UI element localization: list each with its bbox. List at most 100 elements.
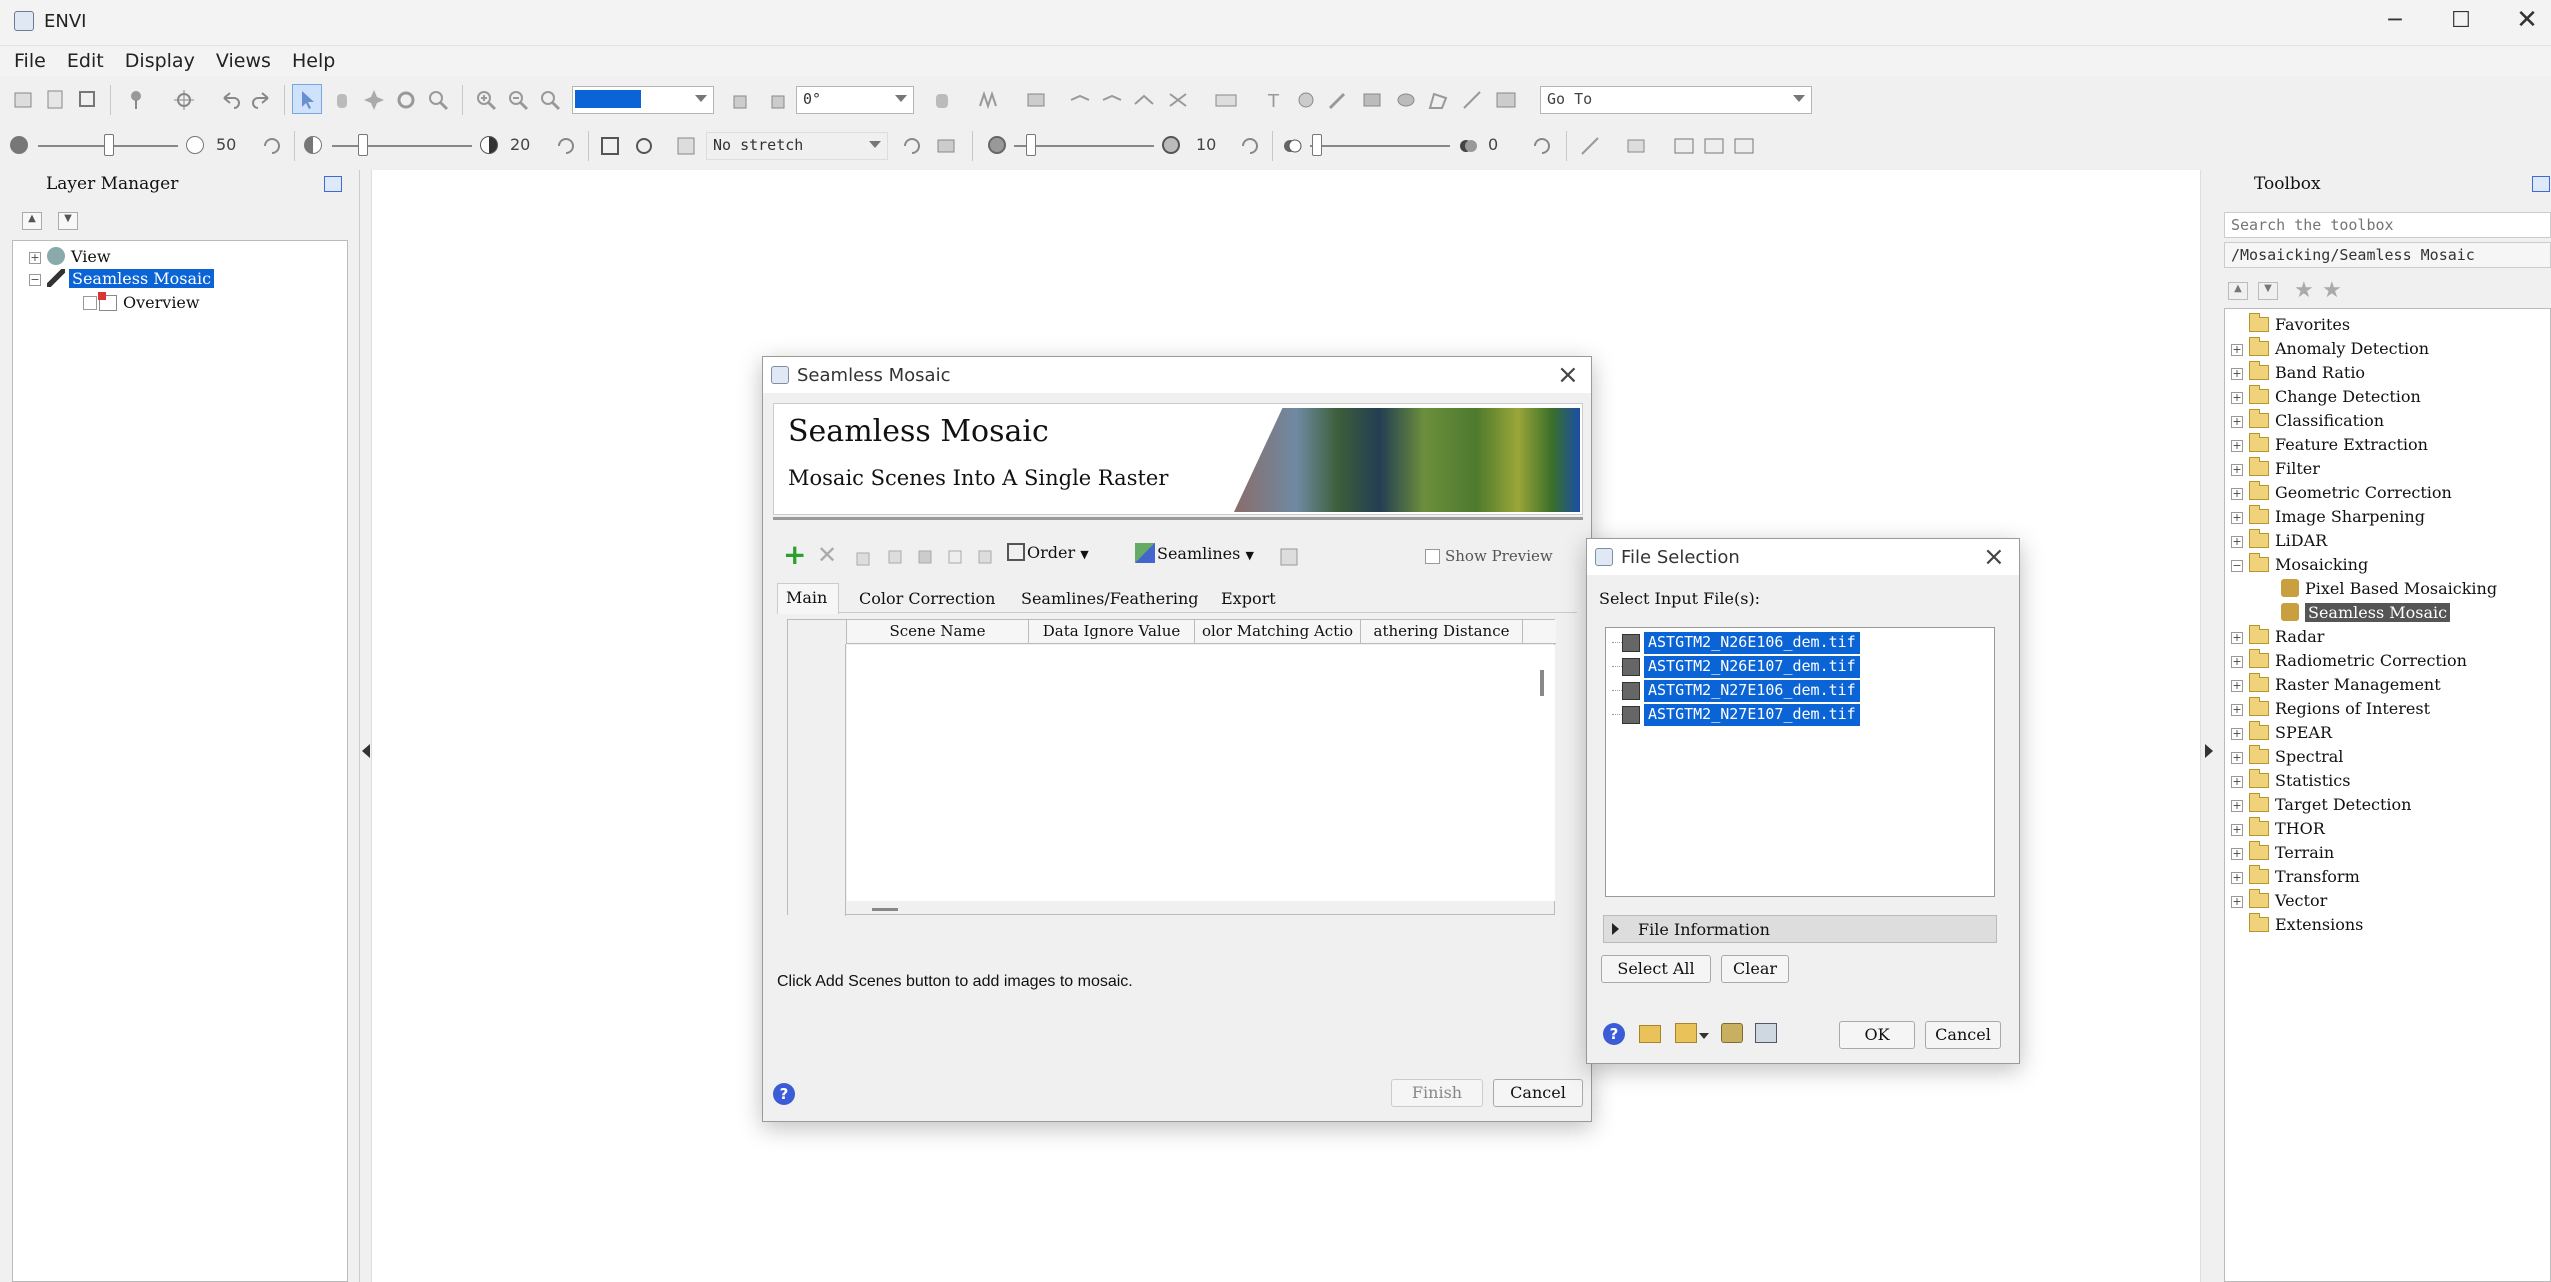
select-all-button[interactable]: Select All	[1601, 955, 1711, 983]
column-feathering-distance[interactable]: athering Distance	[1361, 620, 1523, 644]
transparency-slider[interactable]	[1310, 145, 1450, 147]
expand-icon[interactable]: +	[29, 252, 41, 264]
help-icon[interactable]: ?	[773, 1083, 795, 1105]
toolbox-item[interactable]: + Filter	[2231, 457, 2320, 478]
fly-icon[interactable]	[362, 88, 386, 112]
expand-icon[interactable]: +	[2231, 704, 2243, 716]
expand-icon[interactable]: +	[2231, 800, 2243, 812]
expand-all-button[interactable]: ▼	[2258, 282, 2278, 300]
move-down-icon[interactable]	[883, 545, 907, 569]
open-file-menu-icon[interactable]	[1675, 1023, 1697, 1043]
brightness-slider-thumb[interactable]	[104, 134, 114, 156]
contrast-slider[interactable]	[332, 145, 472, 147]
open-menu-arrow-icon[interactable]	[1699, 1033, 1709, 1039]
toolbox-search-input[interactable]	[2224, 212, 2551, 238]
minimize-button[interactable]: ─	[2380, 8, 2410, 38]
open-file-icon[interactable]	[12, 88, 36, 112]
expand-icon[interactable]: +	[2231, 824, 2243, 836]
cancel-button[interactable]: Cancel	[1493, 1079, 1583, 1107]
toolbox-item[interactable]: + Radiometric Correction	[2231, 649, 2467, 670]
symbol-annotation-icon[interactable]	[1294, 88, 1318, 112]
move-up-icon[interactable]	[853, 545, 877, 569]
text-annotation-icon[interactable]: T	[1262, 88, 1286, 112]
toolbox-item[interactable]: + LiDAR	[2231, 529, 2327, 550]
toolbox-item[interactable]: + Anomaly Detection	[2231, 337, 2429, 358]
stretch-combo[interactable]: No stretch	[706, 132, 888, 160]
expand-icon[interactable]: +	[2231, 752, 2243, 764]
tab-export[interactable]: Export	[1221, 589, 1276, 608]
swipe-icon[interactable]	[1100, 88, 1124, 112]
menu-display[interactable]: Display	[117, 46, 203, 72]
portal-icon[interactable]	[1068, 88, 1092, 112]
tab-seamlines-feathering[interactable]: Seamlines/Feathering	[1021, 589, 1199, 608]
zoom-combo[interactable]: Zoom %	[572, 86, 714, 114]
add-favorite-star-icon[interactable]: ★	[2322, 278, 2342, 303]
horizontal-scrollbar[interactable]	[872, 908, 898, 911]
menu-file[interactable]: File	[6, 46, 54, 72]
goto-combo[interactable]: Go To	[1540, 86, 1812, 114]
favorite-star-icon[interactable]: ★	[2294, 278, 2314, 303]
expand-icon[interactable]: +	[2231, 512, 2243, 524]
collapse-icon[interactable]: −	[2231, 560, 2243, 572]
data-manager-icon[interactable]	[44, 88, 68, 112]
reset-brightness-icon[interactable]	[260, 134, 284, 158]
redo-icon[interactable]	[250, 88, 274, 112]
picture-annotation-icon[interactable]	[1494, 88, 1518, 112]
expand-icon[interactable]: +	[2231, 848, 2243, 860]
cancel-button[interactable]: Cancel	[1925, 1021, 2001, 1049]
toolbox-item[interactable]: Pixel Based Mosaicking	[2281, 579, 2497, 598]
hand-tool-icon[interactable]	[930, 88, 954, 112]
ellipse-annotation-icon[interactable]	[1394, 88, 1418, 112]
expand-icon[interactable]: +	[2231, 488, 2243, 500]
toolbox-item[interactable]: + Transform	[2231, 865, 2360, 886]
expand-icon[interactable]: +	[2231, 536, 2243, 548]
collapse-left-arrow-icon[interactable]	[362, 744, 370, 758]
contrast-slider-thumb[interactable]	[358, 134, 368, 156]
file-list-item[interactable]: ASTGTM2_N26E107_dem.tif	[1644, 656, 1860, 678]
help-icon[interactable]: ?	[1603, 1023, 1625, 1045]
blend-icon[interactable]	[1166, 88, 1190, 112]
reset-contrast-icon[interactable]	[554, 134, 578, 158]
close-button[interactable]: ✕	[2512, 5, 2542, 35]
expand-all-button[interactable]: ▼	[58, 212, 78, 230]
reset-sharpen-icon[interactable]	[1238, 134, 1262, 158]
close-icon[interactable]: ×	[1983, 544, 2005, 570]
keyboard-icon[interactable]	[1214, 88, 1238, 112]
toolbox-item[interactable]: + Raster Management	[2231, 673, 2441, 694]
rotate-icon[interactable]	[394, 88, 418, 112]
remote-data-icon[interactable]	[1721, 1023, 1743, 1043]
toolbox-item[interactable]: Extensions	[2231, 913, 2363, 934]
expand-icon[interactable]: +	[2231, 656, 2243, 668]
toolbox-item[interactable]: + Radar	[2231, 625, 2324, 646]
toolbox-item[interactable]: − Mosaicking	[2231, 553, 2368, 574]
expand-icon[interactable]: +	[2231, 392, 2243, 404]
polygon-annotation-icon[interactable]	[1426, 88, 1450, 112]
menu-edit[interactable]: Edit	[59, 46, 112, 72]
arrow-annotation-icon[interactable]	[1326, 88, 1350, 112]
collapse-all-button[interactable]: ▲	[2228, 282, 2248, 300]
zoom-tool-icon[interactable]	[426, 88, 450, 112]
layout-2-icon[interactable]	[1702, 134, 1726, 158]
crop-icon[interactable]	[76, 88, 100, 112]
file-list-item[interactable]: ASTGTM2_N27E106_dem.tif	[1644, 680, 1860, 702]
open-folder-icon[interactable]	[1639, 1025, 1661, 1043]
tab-main[interactable]: Main	[777, 583, 839, 614]
expand-icon[interactable]: +	[2231, 680, 2243, 692]
transparency-slider-thumb[interactable]	[1312, 134, 1322, 156]
reset-stretch-icon[interactable]	[900, 134, 924, 158]
menu-views[interactable]: Views	[208, 46, 279, 72]
undo-icon[interactable]	[218, 88, 242, 112]
expand-icon[interactable]: +	[2231, 464, 2243, 476]
column-color-matching-action[interactable]: olor Matching Actio	[1195, 620, 1361, 644]
toolbox-item[interactable]: + Feature Extraction	[2231, 433, 2428, 454]
expand-icon[interactable]: +	[2231, 440, 2243, 452]
zoom-in-icon[interactable]	[474, 88, 498, 112]
group-icon[interactable]	[973, 545, 997, 569]
column-scene-name[interactable]: Scene Name	[847, 620, 1029, 644]
toolbox-item[interactable]: + Regions of Interest	[2231, 697, 2430, 718]
collapse-icon[interactable]: −	[29, 274, 41, 286]
crosshair-icon[interactable]	[172, 88, 196, 112]
toolbox-item[interactable]: + Terrain	[2231, 841, 2334, 862]
toolbox-item[interactable]: + Image Sharpening	[2231, 505, 2425, 526]
seamline-edit-icon[interactable]	[1277, 545, 1301, 569]
